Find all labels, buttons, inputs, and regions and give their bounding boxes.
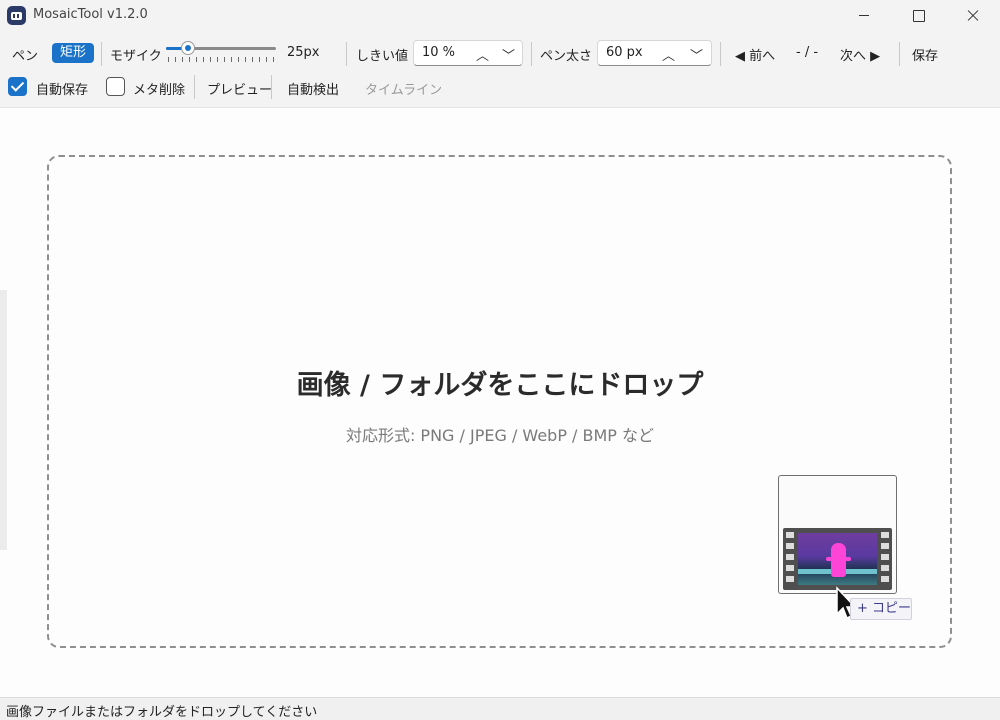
chevron-up-icon[interactable]: ︿ [476, 45, 489, 64]
toolbar-divider [101, 42, 102, 66]
close-button[interactable] [950, 0, 996, 32]
main-toolbar: ペン 矩形 モザイク 25px しきい値 10 % ︿ ﹀ ペン太さ 60 px… [0, 36, 1000, 70]
minimize-button[interactable] [841, 0, 887, 32]
status-bar: 画像ファイルまたはフォルダをドロップしてください [0, 697, 1000, 720]
toolbar-divider [899, 42, 900, 66]
toolbar-divider [720, 42, 721, 66]
threshold-label: しきい値 [356, 49, 409, 64]
film-sprocket-left [786, 532, 794, 586]
maximize-button[interactable] [895, 0, 941, 32]
film-frame-image [798, 533, 877, 585]
timeline-button[interactable]: タイムライン [365, 79, 442, 98]
pen-width-label: ペン太さ [540, 49, 593, 64]
main-canvas-area: 画像 / フォルダをここにドロップ 対応形式: PNG / JPEG / Web… [0, 107, 1000, 697]
window-title: MosaicTool v1.2.0 [33, 7, 148, 22]
status-text: 画像ファイルまたはフォルダをドロップしてください [6, 705, 318, 720]
next-button[interactable]: 次へ ▶ [840, 45, 880, 64]
meta-delete-label[interactable]: メタ削除 [133, 79, 185, 98]
slider-ticks [168, 57, 274, 62]
toolbar-divider [271, 75, 272, 99]
threshold-spinbox[interactable]: 10 % ︿ ﹀ [413, 40, 523, 66]
film-sprocket-right [881, 532, 889, 586]
pen-width-spinbox[interactable]: 60 px ︿ ﹀ [597, 40, 712, 66]
pen-width-value[interactable]: 60 px [606, 45, 643, 60]
preview-button[interactable]: プレビュー [207, 79, 272, 98]
mosaic-value: 25px [287, 45, 320, 60]
figure-shape [826, 543, 851, 577]
title-bar: MosaicTool v1.2.0 [0, 0, 1000, 32]
chevron-down-icon[interactable]: ﹀ [690, 45, 703, 64]
app-logo-icon [7, 6, 26, 25]
drop-title: 画像 / フォルダをここにドロップ [296, 370, 704, 401]
toolbar-divider [346, 42, 347, 66]
page-indicator: - / - [796, 45, 819, 60]
drag-copy-badge: + コピー [850, 598, 912, 620]
drop-subtitle: 対応形式: PNG / JPEG / WebP / BMP など [345, 426, 655, 445]
dragged-file-thumbnail [778, 475, 897, 594]
meta-delete-checkbox[interactable] [106, 77, 125, 96]
window-edge [0, 290, 7, 550]
save-button[interactable]: 保存 [912, 45, 938, 64]
rect-tool-button[interactable]: 矩形 [52, 43, 94, 63]
threshold-value[interactable]: 10 % [422, 45, 455, 60]
auto-detect-button[interactable]: 自動検出 [287, 79, 339, 98]
mosaic-label: モザイク [110, 49, 162, 64]
chevron-up-icon[interactable]: ︿ [662, 45, 675, 64]
autosave-label[interactable]: 自動保存 [36, 79, 88, 98]
slider-thumb[interactable] [181, 41, 195, 55]
autosave-checkbox[interactable] [8, 77, 27, 96]
video-file-icon [783, 528, 892, 590]
chevron-down-icon[interactable]: ﹀ [502, 45, 515, 64]
toolbar-divider [531, 42, 532, 66]
prev-button[interactable]: ◀ 前へ [735, 45, 775, 64]
toolbar-divider [194, 75, 195, 99]
pen-tool-button[interactable]: ペン [12, 45, 38, 64]
options-toolbar: 自動保存 メタ削除 プレビュー 自動検出 タイムライン [0, 72, 1000, 102]
